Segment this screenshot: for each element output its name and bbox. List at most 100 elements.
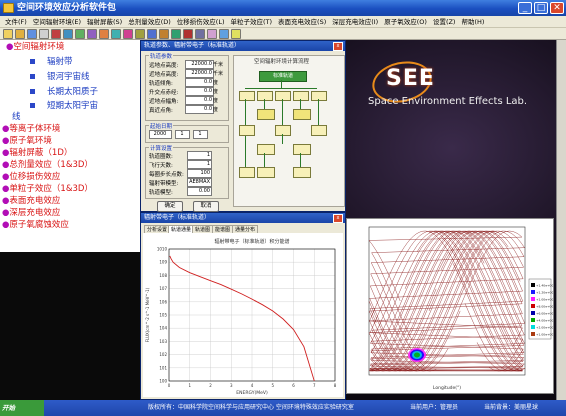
legend-swatch	[531, 332, 535, 336]
menu-atomic-oxygen[interactable]: 原子氧效应(O)	[381, 16, 430, 27]
menu-deep-charging[interactable]: 深层充电效应(I)	[329, 16, 381, 27]
nav-item-galactic-cosmic[interactable]: 银河宇宙线	[30, 72, 90, 83]
nav-item-atomic-oxygen-erosion[interactable]: ●原子氧腐蚀效应	[2, 220, 69, 231]
globe-icon[interactable]	[111, 28, 121, 39]
flow-node[interactable]	[239, 125, 255, 136]
app-titlebar: 空间环境效应分析软件包	[0, 0, 566, 16]
flow-node[interactable]	[257, 109, 275, 120]
menu-shielding[interactable]: 辐射屏蔽(S)	[84, 16, 125, 27]
taskbar: 版权所有：中国科学院空间科学与应用研究中心 空间环境特殊效应实验研究室 当前用户…	[0, 400, 566, 416]
flight-days-input[interactable]: 1	[187, 160, 212, 169]
flow-node[interactable]	[275, 91, 291, 101]
orbit-model-input[interactable]: 0.00	[187, 187, 212, 196]
start-year-input[interactable]: 2000	[149, 130, 172, 139]
inclination-input[interactable]: 0.0	[185, 78, 214, 87]
paste-icon[interactable]	[75, 28, 85, 39]
oxygen-icon[interactable]	[207, 28, 217, 39]
y-tick-label: 1010	[157, 247, 168, 252]
nav-item-atomic-oxygen-env[interactable]: ●原子氧环境	[2, 136, 52, 147]
menu-displacement[interactable]: 位移损伤效应(L)	[174, 16, 228, 27]
calc-icon[interactable]	[123, 28, 133, 39]
menu-help[interactable]: 帮助(H)	[458, 16, 487, 27]
flow-node[interactable]	[239, 167, 255, 178]
menu-file[interactable]: 文件(F)	[2, 16, 30, 27]
window-icon[interactable]	[219, 28, 229, 39]
start-day-input[interactable]: 1	[193, 130, 208, 139]
flow-node[interactable]	[293, 144, 311, 155]
particle-icon[interactable]	[183, 28, 193, 39]
orbit-icon[interactable]	[147, 28, 157, 39]
save-icon[interactable]	[27, 28, 37, 39]
maximize-button[interactable]: □	[534, 2, 548, 14]
chart-xlabel: ENERGY(MeV)	[236, 390, 268, 396]
orbit-dialog-close-button[interactable]: x	[333, 42, 343, 51]
cut-icon[interactable]	[51, 28, 61, 39]
new-icon[interactable]	[3, 28, 13, 39]
menu-surface-charging[interactable]: 表面充电效应(S)	[275, 16, 329, 27]
menu-radiation-env[interactable]: 空间辐射环境(E)	[30, 16, 84, 27]
belt-model-select[interactable]: AE8MAX	[187, 178, 212, 187]
square-bullet-icon	[30, 89, 35, 94]
vertical-scrollbar[interactable]	[556, 40, 566, 400]
ok-button[interactable]: 确定	[157, 201, 183, 212]
shield-icon[interactable]	[159, 28, 169, 39]
orbit-dialog-title: 轨道参数、辐射带电子（标准轨道）	[141, 41, 345, 51]
steps-input[interactable]: 100	[187, 169, 212, 178]
table-icon[interactable]	[135, 28, 145, 39]
help-icon[interactable]	[231, 28, 241, 39]
menu-single-event[interactable]: 单粒子效应(T)	[227, 16, 275, 27]
flow-node[interactable]	[311, 125, 327, 136]
flow-node[interactable]	[257, 144, 275, 155]
flow-node[interactable]	[257, 91, 273, 101]
nav-item-total-dose[interactable]: ●总剂量效应（1&3D）	[2, 160, 93, 171]
true-anomaly-input[interactable]: 0.0	[185, 105, 214, 114]
legend-swatch	[531, 283, 535, 287]
nav-item-radiation-belt[interactable]: 辐射带	[30, 57, 73, 68]
nav-item-radiation-env[interactable]: ●空间辐射环境	[6, 42, 64, 53]
flow-node[interactable]	[293, 109, 311, 120]
menu-settings[interactable]: 设置(Z)	[430, 16, 459, 27]
flow-start-node[interactable]: 标准轨道	[259, 71, 307, 82]
nav-item-displacement[interactable]: ●位移损伤效应	[2, 172, 60, 183]
flow-node[interactable]	[311, 91, 327, 101]
spectrum-window: 辐射带电子（标准轨道） x 分析设置 轨道通量 轨道图 能谱图 通量分布 100…	[140, 212, 346, 400]
y-tick-label: 108	[159, 273, 167, 278]
print-icon[interactable]	[39, 28, 49, 39]
flow-node[interactable]	[293, 167, 311, 178]
raan-input[interactable]: 0.0	[185, 87, 214, 96]
flow-node[interactable]	[275, 125, 291, 136]
start-month-input[interactable]: 1	[175, 130, 190, 139]
nav-item-single-event[interactable]: ●单粒子效应（1&3D）	[2, 184, 93, 195]
start-button[interactable]: 开始	[0, 400, 44, 416]
chart-title: 辐射带电子（标准轨道）积分能谱	[214, 238, 289, 245]
legend-swatch	[531, 311, 535, 315]
orbit-count-input[interactable]: 1	[187, 151, 212, 160]
menu-total-dose[interactable]: 总剂量效应(D)	[125, 16, 174, 27]
perigee-label: 近地点高度:	[149, 72, 179, 78]
nav-item-long-solar-proton[interactable]: 长期太阳质子	[30, 87, 98, 98]
nav-item-surface-charging[interactable]: ●表面充电效应	[2, 196, 60, 207]
undo-icon[interactable]	[87, 28, 97, 39]
square-bullet-icon	[30, 74, 35, 79]
perigee-input[interactable]: 22000.0	[185, 69, 214, 78]
apogee-input[interactable]: 22000.0	[185, 60, 214, 69]
nav-item-deep-charging[interactable]: ●深层充电效应	[2, 208, 60, 219]
minimize-button[interactable]: _	[518, 2, 532, 14]
flow-node[interactable]	[257, 167, 275, 178]
nav-item-short-solar-cosmic[interactable]: 短期太阳宇宙	[30, 101, 98, 112]
charge-icon[interactable]	[195, 28, 205, 39]
copy-icon[interactable]	[63, 28, 73, 39]
spectrum-window-close-button[interactable]: x	[333, 214, 343, 223]
apogee-label: 远地点高度:	[149, 63, 179, 69]
cancel-button[interactable]: 取消	[193, 201, 219, 212]
flow-node[interactable]	[239, 91, 255, 101]
flow-node[interactable]	[293, 91, 309, 101]
dose-icon[interactable]	[171, 28, 181, 39]
open-icon[interactable]	[15, 28, 25, 39]
close-button[interactable]: ✕	[550, 2, 564, 14]
nav-item-shielding[interactable]: ●辐射屏蔽（1D）	[2, 148, 72, 159]
nav-item-plasma-env[interactable]: ●等离子体环境	[2, 124, 60, 135]
chart-icon[interactable]	[99, 28, 109, 39]
arg-perigee-input[interactable]: 0.0	[185, 96, 214, 105]
arg-perigee-label: 近地点幅角:	[149, 99, 179, 105]
